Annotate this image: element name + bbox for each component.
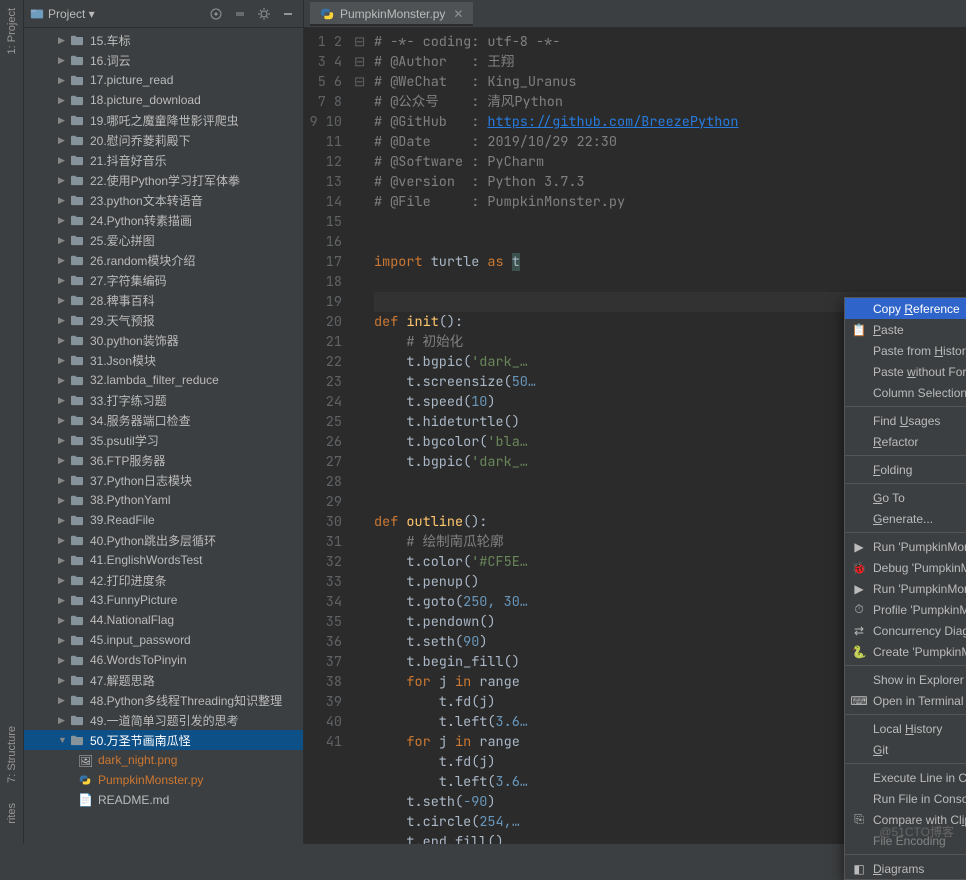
menu-item[interactable]: ▶Run 'PumpkinMonster (1)'Ctrl+Shift+F10 xyxy=(845,536,966,557)
tree-folder[interactable]: ▶17.picture_read xyxy=(24,70,303,90)
menu-item[interactable]: Refactor▶ xyxy=(845,431,966,452)
tree-folder[interactable]: ▼50.万圣节画南瓜怪 xyxy=(24,730,303,750)
tree-folder[interactable]: ▶21.抖音好音乐 xyxy=(24,150,303,170)
menu-item[interactable]: Column Selection ModeAlt+Shift+Insert xyxy=(845,382,966,403)
menu-item[interactable]: Run File in Console xyxy=(845,788,966,809)
tree-folder[interactable]: ▶46.WordsToPinyin xyxy=(24,650,303,670)
menu-item[interactable]: Generate...Alt+Insert xyxy=(845,508,966,529)
tab-label: PumpkinMonster.py xyxy=(340,7,445,21)
menu-item[interactable]: Copy ReferenceCtrl+Alt+Shift+C xyxy=(845,298,966,319)
menu-item[interactable]: 🐍Create 'PumpkinMonster (1)'... xyxy=(845,641,966,662)
python-file-icon xyxy=(320,7,334,21)
menu-item[interactable]: Find UsagesAlt+F7 xyxy=(845,410,966,431)
menu-item[interactable]: Go To▶ xyxy=(845,487,966,508)
tree-folder[interactable]: ▶43.FunnyPicture xyxy=(24,590,303,610)
tree-file[interactable]: 🖼dark_night.png xyxy=(24,750,303,770)
line-gutter: 1 2 3 4 5 6 7 8 9 10 11 12 13 14 15 16 1… xyxy=(304,28,354,844)
tree-folder[interactable]: ▶42.打印进度条 xyxy=(24,570,303,590)
tree-folder[interactable]: ▶25.爱心拼图 xyxy=(24,230,303,250)
diff-icon: ⎘ xyxy=(851,812,867,827)
menu-item[interactable]: ⇄Concurrency Diagram for 'PumpkinMonster… xyxy=(845,620,966,641)
watermark: @51CTO博客 xyxy=(879,823,954,840)
toolwindow-bar-left: 1: Project 7: Structure rites xyxy=(0,0,24,844)
tree-folder[interactable]: ▶29.天气预报 xyxy=(24,310,303,330)
tree-folder[interactable]: ▶33.打字练习题 xyxy=(24,390,303,410)
menu-item[interactable]: Show in Explorer xyxy=(845,669,966,690)
rites-label[interactable]: rites xyxy=(6,803,18,824)
tree-folder[interactable]: ▶47.解题思路 xyxy=(24,670,303,690)
tree-folder[interactable]: ▶41.EnglishWordsTest xyxy=(24,550,303,570)
tree-folder[interactable]: ▶40.Python跳出多层循环 xyxy=(24,530,303,550)
tab-pumpkinmonster[interactable]: PumpkinMonster.py ✕ xyxy=(310,2,473,26)
tree-folder[interactable]: ▶22.使用Python学习打军体拳 xyxy=(24,170,303,190)
run-icon: ▶ xyxy=(851,540,867,554)
tree-file[interactable]: 📄README.md xyxy=(24,790,303,810)
tree-folder[interactable]: ▶28.稗事百科 xyxy=(24,290,303,310)
tree-folder[interactable]: ▶49.一道简单习题引发的思考 xyxy=(24,710,303,730)
tree-folder[interactable]: ▶16.词云 xyxy=(24,50,303,70)
tree-folder[interactable]: ▶23.python文本转语音 xyxy=(24,190,303,210)
py-icon: 🐍 xyxy=(851,645,867,659)
menu-item[interactable]: Folding▶ xyxy=(845,459,966,480)
menu-item[interactable]: ◧Diagrams▶ xyxy=(845,858,966,879)
menu-item[interactable]: ▶Run 'PumpkinMonster (1)' with Coverage xyxy=(845,578,966,599)
prof-icon: ⏱ xyxy=(851,602,867,617)
tree-folder[interactable]: ▶15.车标 xyxy=(24,30,303,50)
menu-item[interactable]: Local History▶ xyxy=(845,718,966,739)
tree-folder[interactable]: ▶44.NationalFlag xyxy=(24,610,303,630)
paste-icon: 📋 xyxy=(851,323,867,337)
tree-folder[interactable]: ▶36.FTP服务器 xyxy=(24,450,303,470)
hide-icon[interactable] xyxy=(279,5,297,23)
conc-icon: ⇄ xyxy=(851,624,867,638)
tree-folder[interactable]: ▶39.ReadFile xyxy=(24,510,303,530)
sidebar-title[interactable]: Project ▾ xyxy=(48,7,201,21)
collapse-icon[interactable] xyxy=(231,5,249,23)
diag-icon: ◧ xyxy=(851,862,867,876)
menu-item[interactable]: ⌨Open in Terminal xyxy=(845,690,966,711)
tree-folder[interactable]: ▶37.Python日志模块 xyxy=(24,470,303,490)
tree-folder[interactable]: ▶26.random模块介绍 xyxy=(24,250,303,270)
editor-area: PumpkinMonster.py ✕ 1 2 3 4 5 6 7 8 9 10… xyxy=(304,0,966,844)
close-icon[interactable]: ✕ xyxy=(453,7,463,21)
tree-folder[interactable]: ▶38.PythonYaml xyxy=(24,490,303,510)
project-icon xyxy=(30,7,44,21)
tree-folder[interactable]: ▶34.服务器端口检查 xyxy=(24,410,303,430)
editor-tabs: PumpkinMonster.py ✕ xyxy=(304,0,966,28)
menu-item[interactable]: Paste from History...Ctrl+Shift+V xyxy=(845,340,966,361)
tree-folder[interactable]: ▶35.psutil学习 xyxy=(24,430,303,450)
menu-item[interactable]: Paste without FormattingCtrl+Alt+Shift+V xyxy=(845,361,966,382)
menu-item[interactable]: ⏱Profile 'PumpkinMonster (1)' xyxy=(845,599,966,620)
project-tool-label[interactable]: 1: Project xyxy=(6,8,18,54)
cov-icon: ▶ xyxy=(851,582,867,596)
tree-folder[interactable]: ▶31.Json模块 xyxy=(24,350,303,370)
tree-folder[interactable]: ▶24.Python转素描画 xyxy=(24,210,303,230)
fold-gutter[interactable]: ⊟ ⊟ ⊟ xyxy=(354,28,368,844)
tree-folder[interactable]: ▶45.input_password xyxy=(24,630,303,650)
structure-tool-label[interactable]: 7: Structure xyxy=(6,726,18,783)
debug-icon: 🐞 xyxy=(851,561,867,575)
sidebar-header: Project ▾ xyxy=(24,0,303,28)
tree-folder[interactable]: ▶20.慰问乔菱莉殿下 xyxy=(24,130,303,150)
tree-folder[interactable]: ▶18.picture_download xyxy=(24,90,303,110)
menu-item[interactable]: Execute Line in ConsoleAlt+Shift+E xyxy=(845,767,966,788)
tree-folder[interactable]: ▶30.python装饰器 xyxy=(24,330,303,350)
menu-item[interactable]: 🐞Debug 'PumpkinMonster (1)' xyxy=(845,557,966,578)
term-icon: ⌨ xyxy=(851,694,867,708)
menu-item[interactable]: Git▶ xyxy=(845,739,966,760)
tree-folder[interactable]: ▶27.字符集编码 xyxy=(24,270,303,290)
gear-icon[interactable] xyxy=(255,5,273,23)
tree-folder[interactable]: ▶48.Python多线程Threading知识整理 xyxy=(24,690,303,710)
project-tree[interactable]: ▶15.车标▶16.词云▶17.picture_read▶18.picture_… xyxy=(24,28,303,844)
tree-file[interactable]: PumpkinMonster.py xyxy=(24,770,303,790)
context-menu: Copy ReferenceCtrl+Alt+Shift+C📋PasteCtrl… xyxy=(844,297,966,880)
target-icon[interactable] xyxy=(207,5,225,23)
menu-item[interactable]: 📋PasteCtrl+V xyxy=(845,319,966,340)
project-sidebar: Project ▾ ▶15.车标▶16.词云▶17.picture_read▶1… xyxy=(24,0,304,844)
tree-folder[interactable]: ▶32.lambda_filter_reduce xyxy=(24,370,303,390)
tree-folder[interactable]: ▶19.哪吒之魔童降世影评爬虫 xyxy=(24,110,303,130)
